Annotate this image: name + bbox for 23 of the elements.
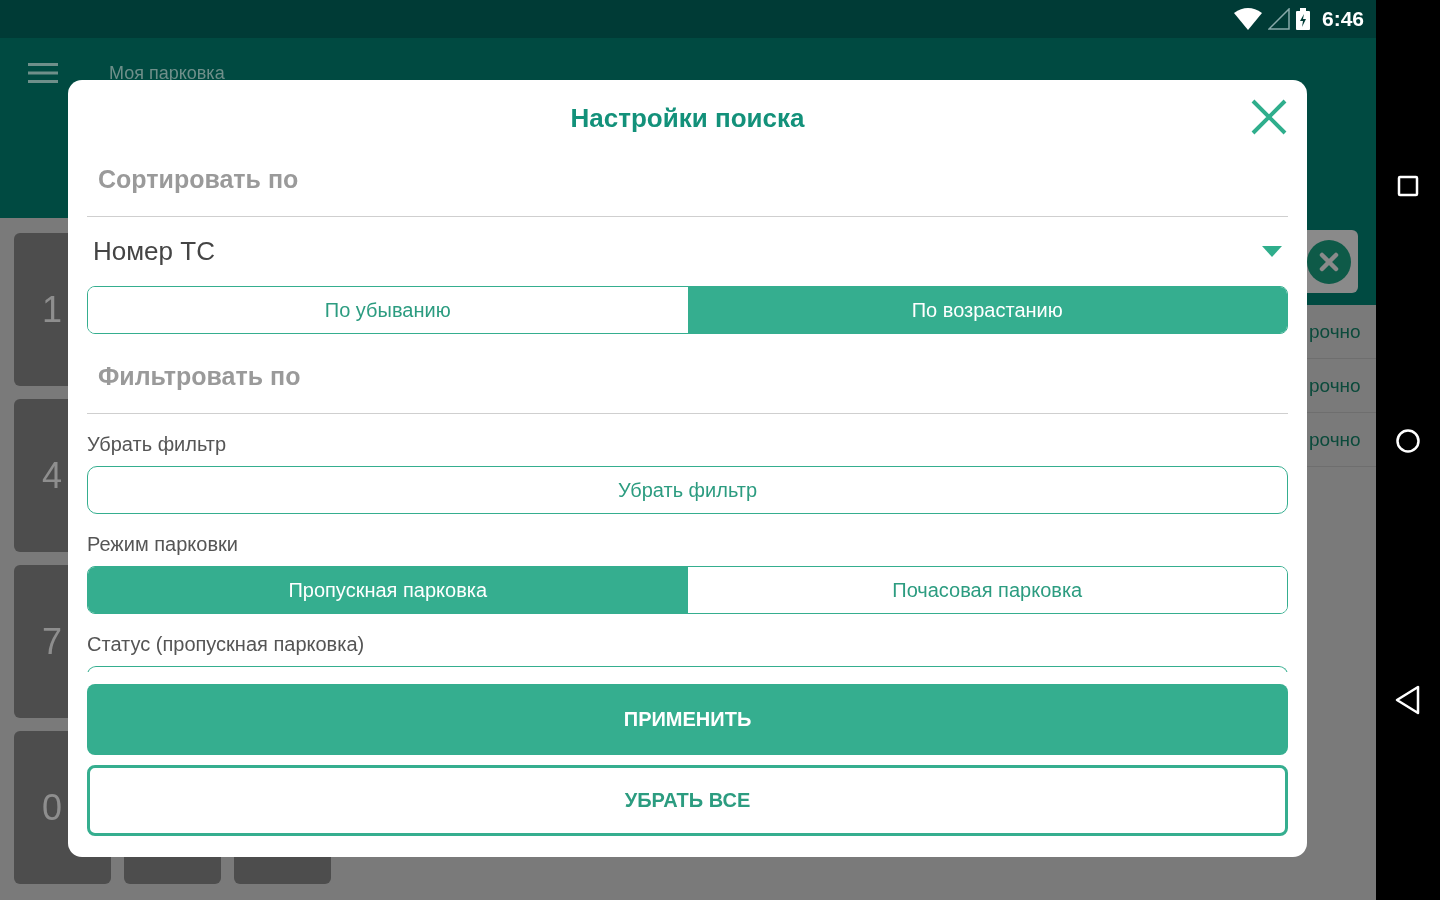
recent-apps-icon[interactable] (1397, 175, 1419, 198)
signal-icon (1267, 8, 1290, 30)
dialog-title: Настройки поиска (570, 102, 805, 134)
section-heading: Сортировать по (87, 160, 1288, 217)
row-text: рочно (1309, 428, 1361, 451)
row-text: рочно (1309, 374, 1361, 397)
apply-button[interactable]: ПРИМЕНИТЬ (87, 684, 1288, 755)
app-title: Моя парковка (109, 63, 225, 83)
caret-icon (1262, 246, 1282, 257)
clear-all-button[interactable]: УБРАТЬ ВСЕ (87, 765, 1288, 836)
menu-icon[interactable] (28, 63, 58, 83)
status-time: 6:46 (1321, 7, 1364, 31)
parking-mode-tab[interactable]: Пропускная парковка (88, 567, 688, 613)
home-icon[interactable] (1395, 428, 1421, 454)
battery-icon (1295, 8, 1310, 30)
wifi-icon (1233, 8, 1262, 30)
back-icon[interactable] (1395, 684, 1421, 715)
section-heading: Фильтровать по (87, 335, 1288, 414)
row-text: рочно (1309, 320, 1361, 343)
remove-filter-button[interactable]: Убрать фильтр (87, 466, 1288, 514)
close-circle-icon (1307, 239, 1351, 284)
sort-order-tab[interactable]: По возрастанию (687, 287, 1287, 333)
close-icon[interactable] (1250, 98, 1288, 136)
